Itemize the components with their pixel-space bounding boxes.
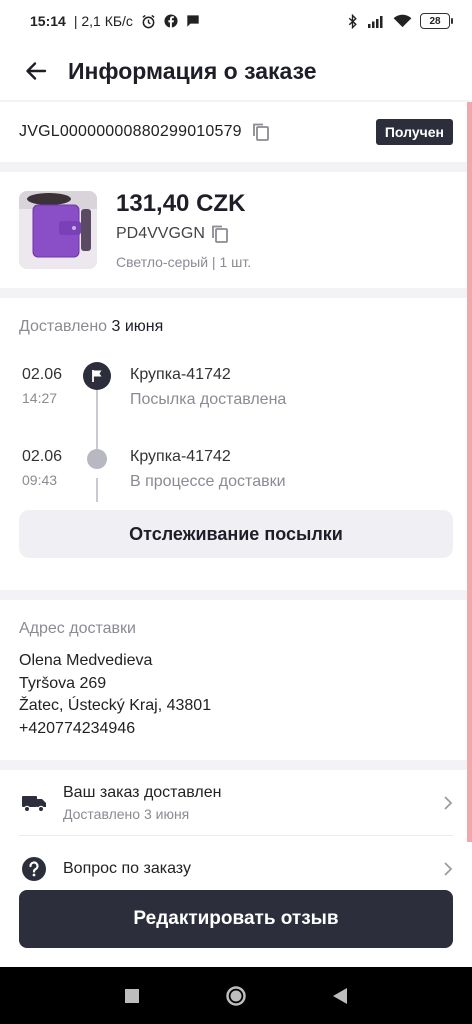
tracking-timeline: 02.06 14:27 Крупка-41742 Посылка доставл… (19, 362, 453, 526)
row-title: Ваш заказ доставлен (63, 784, 222, 801)
circle-icon (226, 985, 246, 1006)
recipient-phone: +420774234946 (19, 719, 136, 737)
event-date: 02.06 (22, 366, 63, 383)
timeline-event: 02.06 14:27 Крупка-41742 Посылка доставл… (19, 362, 453, 426)
product-price: 131,40 CZK (116, 190, 246, 217)
copy-order-number-icon[interactable] (252, 122, 270, 142)
signal-icon (367, 14, 385, 28)
delivered-status: Доставлено 3 июня (19, 318, 453, 336)
chevron-right-icon (443, 795, 453, 811)
event-time: 09:43 (22, 472, 58, 488)
delivered-date: 3 июня (111, 318, 164, 335)
bluetooth-icon (347, 13, 359, 29)
arrow-left-icon (26, 62, 47, 80)
address-city: Žatec, Ústecký Kraj, 43801 (19, 697, 212, 714)
event-date: 02.06 (22, 448, 63, 465)
delivery-section: Доставлено 3 июня 02.06 14:27 Крупка-417… (0, 298, 472, 590)
order-number: JVGL00000000880299010579 (19, 123, 242, 140)
back-button[interactable] (20, 55, 52, 87)
copy-sku-icon[interactable] (211, 224, 229, 244)
battery-level: 28 (429, 15, 441, 27)
row-title: Вопрос по заказу (63, 860, 191, 877)
event-time: 14:27 (22, 390, 58, 406)
product-card[interactable]: 131,40 CZK PD4VVGGN Светло-серый | 1 шт. (0, 172, 472, 288)
triangle-back-icon (333, 987, 347, 1004)
page-title: Информация о заказе (68, 57, 317, 84)
row-subtitle: Доставлено 3 июня (63, 806, 190, 822)
truck-icon (19, 793, 49, 813)
event-place: Крупка-41742 (130, 366, 231, 383)
bottom-action-bar: Редактировать отзыв (0, 882, 472, 967)
battery-icon: 28 (420, 13, 453, 29)
facebook-icon (164, 14, 178, 28)
event-description: В процессе доставки (130, 473, 286, 490)
message-icon (186, 14, 200, 28)
order-number-row: JVGL00000000880299010579 Получен (0, 102, 472, 162)
flag-icon (83, 362, 111, 390)
wifi-icon (393, 14, 412, 28)
recent-apps-button[interactable] (112, 976, 152, 1016)
status-time: 15:14 (30, 13, 66, 29)
edit-review-button[interactable]: Редактировать отзыв (19, 890, 453, 948)
back-nav-button[interactable] (320, 976, 360, 1016)
system-navigation-bar (0, 967, 472, 1024)
product-image[interactable] (19, 191, 97, 269)
product-variant: Светло-серый | 1 шт. (116, 254, 252, 270)
app-header: Информация о заказе (0, 42, 472, 100)
recipient-name: Olena Medvedieva (19, 652, 153, 669)
network-speed: | 2,1 КБ/с (73, 13, 133, 29)
timeline-event: 02.06 09:43 Крупка-41742 В процессе дост… (19, 448, 453, 508)
shipping-address-section: Адрес доставки Olena Medvedieva Tyršova … (0, 600, 472, 760)
alarm-icon (141, 14, 156, 29)
home-button[interactable] (216, 976, 256, 1016)
scrollbar[interactable] (467, 102, 472, 842)
order-content[interactable]: JVGL00000000880299010579 Получен 131,40 … (0, 100, 472, 967)
order-delivered-row[interactable]: Ваш заказ доставлен Доставлено 3 июня (0, 770, 472, 836)
status-bar: 15:14 | 2,1 КБ/с 28 (0, 0, 472, 42)
delivered-label: Доставлено (19, 318, 108, 335)
square-icon (125, 988, 139, 1003)
event-place: Крупка-41742 (130, 448, 231, 465)
chevron-right-icon (443, 861, 453, 877)
status-badge: Получен (375, 119, 453, 145)
address-street: Tyršova 269 (19, 674, 107, 692)
question-icon (19, 856, 49, 882)
product-sku: PD4VVGGN (116, 225, 205, 242)
event-description: Посылка доставлена (130, 391, 287, 408)
address-label: Адрес доставки (19, 620, 136, 637)
timeline-dot (87, 449, 107, 469)
